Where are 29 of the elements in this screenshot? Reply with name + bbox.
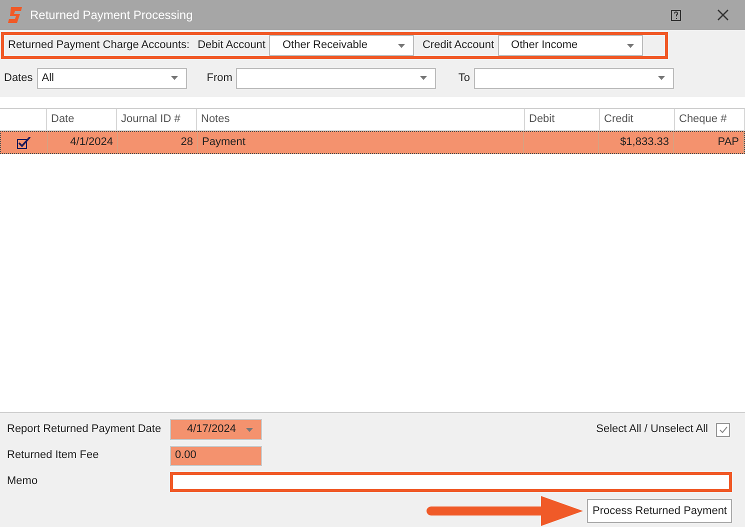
table-cell-text: $1,833.33 xyxy=(620,135,669,150)
item-fee-field[interactable]: 0.00 xyxy=(170,446,262,466)
table-cell-text: Payment xyxy=(202,135,246,150)
return-date-label: Report Returned Payment Date xyxy=(7,422,162,438)
table-cell-text: PAP xyxy=(718,135,739,150)
dates-label: Dates xyxy=(4,70,33,86)
item-fee-label: Returned Item Fee xyxy=(7,448,100,464)
credit-account-dropdown[interactable]: Other Income xyxy=(498,35,644,56)
memo-label: Memo xyxy=(7,474,39,490)
dates-dropdown[interactable]: All xyxy=(36,68,187,88)
window-title: Returned Payment Processing xyxy=(30,7,194,24)
column-header[interactable]: Cheque # xyxy=(675,109,745,130)
column-header[interactable]: Journal ID # xyxy=(117,109,197,130)
table-cell-text: 4/1/2024 xyxy=(70,135,113,150)
credit-account-label: Credit Account xyxy=(422,38,494,54)
column-header[interactable]: Notes xyxy=(197,109,525,130)
table-row[interactable]: 4/1/2024 28 Payment $1,833.33 PAP xyxy=(0,131,745,154)
column-header[interactable]: Debit xyxy=(525,109,600,130)
accounts-label: Returned Payment Charge Accounts: xyxy=(8,38,190,54)
select-all-label: Select All / Unselect All xyxy=(596,422,708,438)
table-cell-text: 28 xyxy=(180,135,193,150)
to-label: To xyxy=(458,70,470,86)
debit-account-label: Debit Account xyxy=(198,38,266,54)
column-header[interactable]: Date xyxy=(47,109,117,130)
return-date-picker[interactable]: 4/17/2024 xyxy=(170,419,262,440)
debit-account-dropdown[interactable]: Other Receivable xyxy=(269,35,414,56)
process-button[interactable]: Process Returned Payment xyxy=(587,499,732,523)
column-header[interactable]: Credit xyxy=(600,109,675,130)
from-label: From xyxy=(206,70,232,86)
